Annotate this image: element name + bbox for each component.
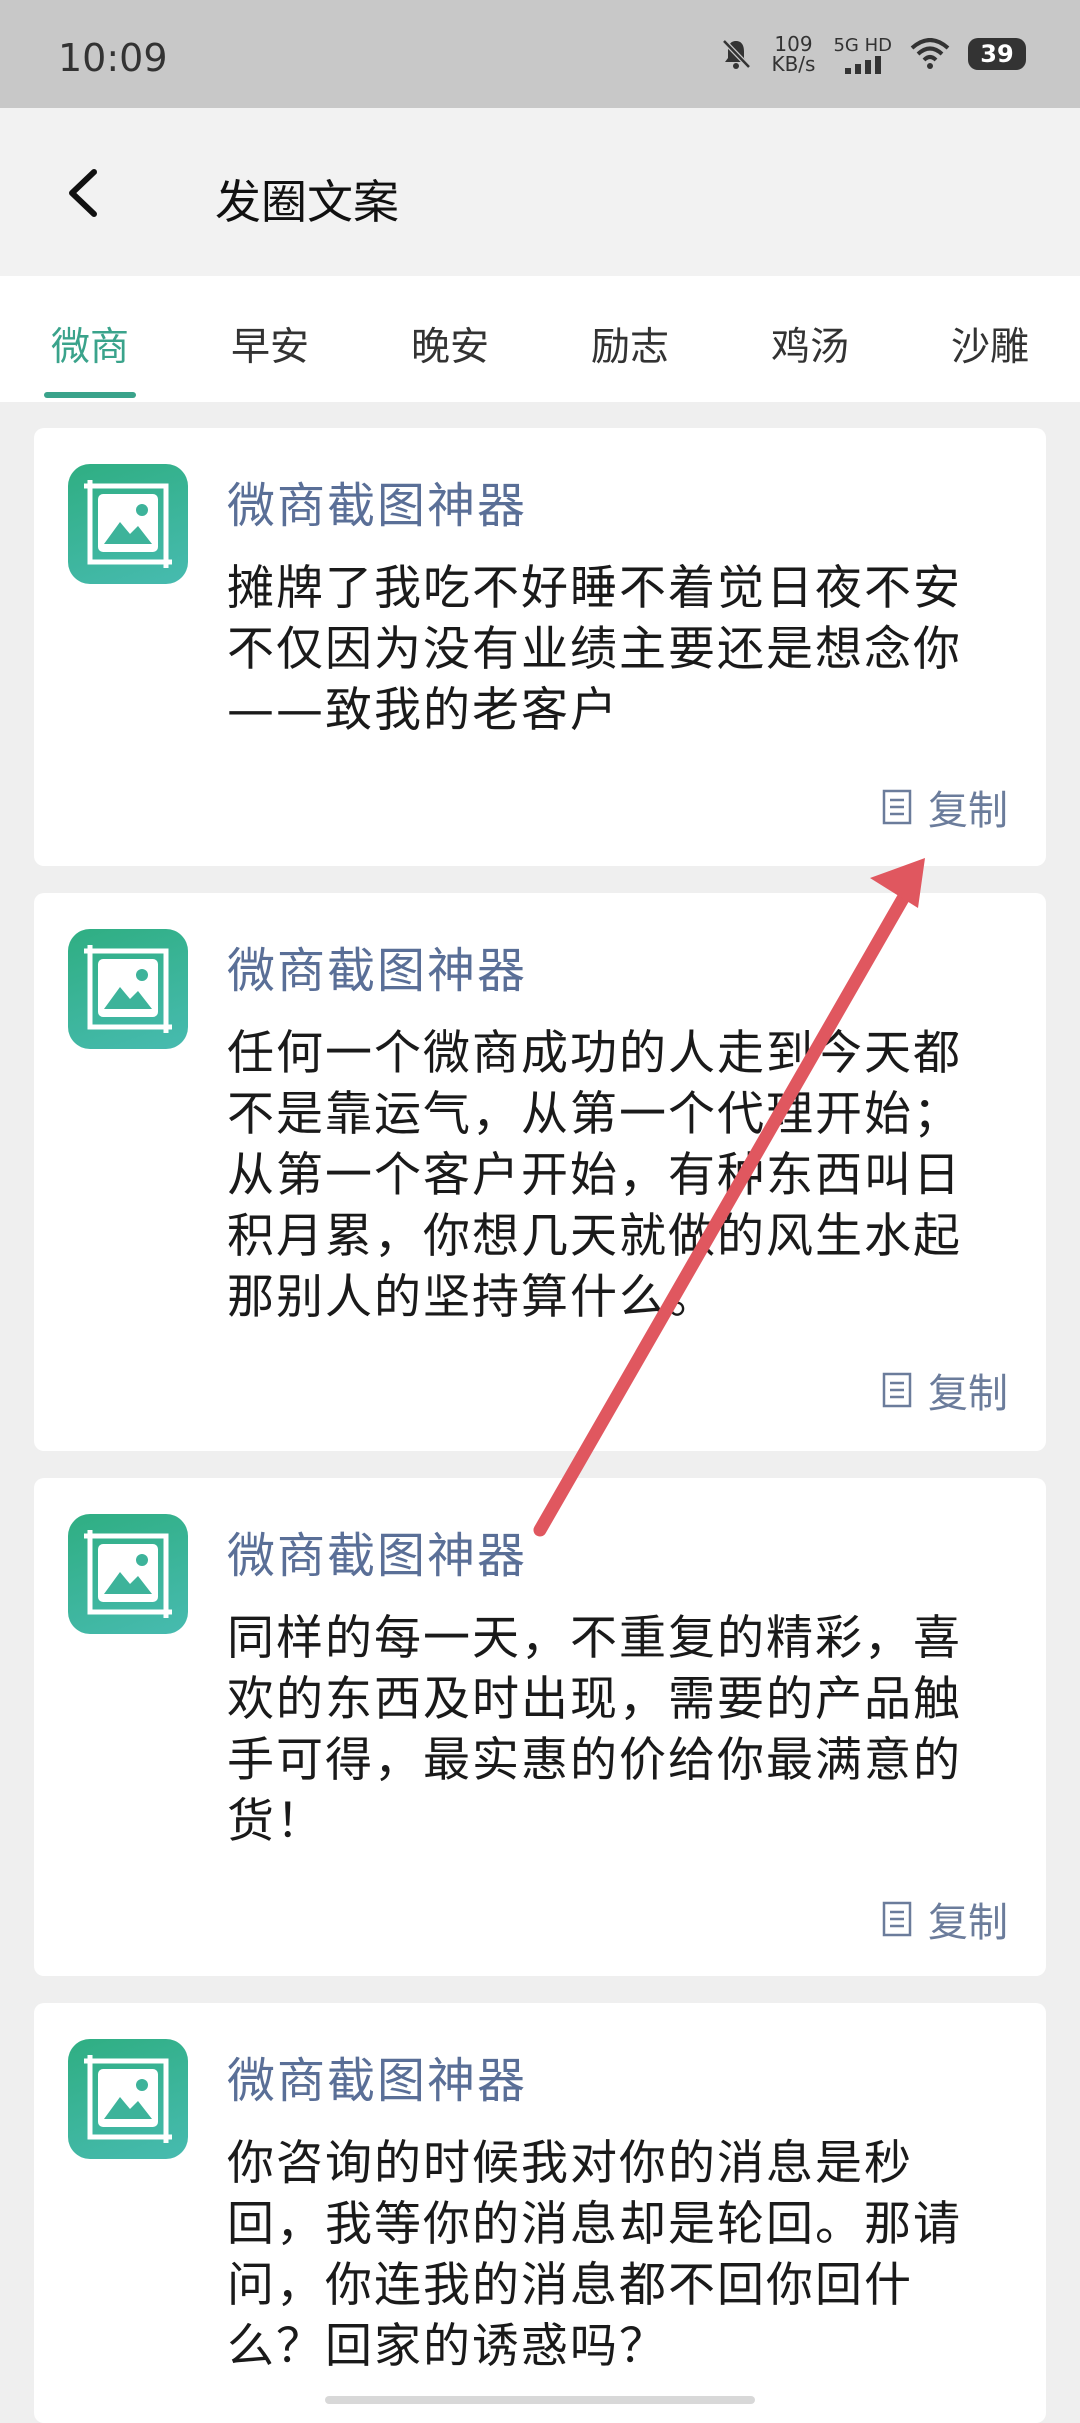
back-button[interactable] [52,158,122,228]
active-tab-indicator [44,392,136,398]
tab-wanan[interactable]: 晚安 [390,316,510,372]
card-text-line: 不是靠运气，从第一个代理开始； [227,1087,962,1142]
card-text-line: 回，我等你的消息却是轮回。那请 [227,2197,962,2252]
document-copy-icon [882,1372,912,1408]
document-copy-icon [882,1901,912,1937]
net-speed-unit: KB/s [771,52,816,76]
card-title: 微商截图神器 [227,1528,528,1584]
net-speed: 109 KB/s [771,34,815,74]
home-indicator [325,2396,755,2404]
card-text-line: 摊牌了我吃不好睡不着觉日夜不安 [227,561,962,616]
card-text-line: ——致我的老客户 [227,683,619,738]
wifi-icon [910,38,950,69]
copy-button[interactable]: 复制 [882,778,1008,836]
copy-button[interactable]: 复制 [882,1361,1008,1419]
post-card: 微商截图神器 同样的每一天，不重复的精彩，喜 欢的东西及时出现，需要的产品触 手… [34,1478,1046,1976]
post-card: 微商截图神器 你咨询的时候我对你的消息是秒 回，我等你的消息却是轮回。那请 问，… [34,2003,1046,2423]
post-card: 微商截图神器 摊牌了我吃不好睡不着觉日夜不安 不仅因为没有业绩主要还是想念你 —… [34,428,1046,866]
copy-label: 复制 [928,1371,1008,1417]
battery-indicator: 39 [968,38,1026,70]
app-header: 发圈文案 [0,108,1080,276]
image-crop-icon [84,945,172,1033]
image-crop-icon [84,1530,172,1618]
category-tabs: 微商 早安 晚安 励志 鸡汤 沙雕 [0,276,1080,402]
card-title: 微商截图神器 [227,943,528,999]
status-bar: 10:09 109 KB/s 5G HD 39 [0,0,1080,108]
card-text-line: 货！ [227,1794,325,1849]
copy-label: 复制 [928,1900,1008,1946]
card-text: 摊牌了我吃不好睡不着觉日夜不安 不仅因为没有业绩主要还是想念你 ——致我的老客户 [227,558,1037,741]
card-text-line: 那别人的坚持算什么。 [227,1270,717,1325]
tab-zaoan[interactable]: 早安 [210,316,330,372]
document-copy-icon [882,789,912,825]
card-text-line: 任何一个微商成功的人走到今天都 [227,1026,962,1081]
card-text-line: 问，你连我的消息都不回你回什 [227,2258,913,2313]
app-icon [68,464,188,584]
tab-jitang[interactable]: 鸡汤 [750,316,870,372]
card-text-line: 你咨询的时候我对你的消息是秒 [227,2136,913,2191]
image-crop-icon [84,480,172,568]
post-card: 微商截图神器 任何一个微商成功的人走到今天都 不是靠运气，从第一个代理开始； 从… [34,893,1046,1451]
tab-lizhi[interactable]: 励志 [570,316,690,372]
app-icon [68,929,188,1049]
card-text: 任何一个微商成功的人走到今天都 不是靠运气，从第一个代理开始； 从第一个客户开始… [227,1023,1037,1328]
card-text-line: 不仅因为没有业绩主要还是想念你 [227,622,962,677]
card-text-line: 积月累，你想几天就做的风生水起 [227,1209,962,1264]
cell-signal: 5G HD [833,35,892,74]
card-text: 同样的每一天，不重复的精彩，喜 欢的东西及时出现，需要的产品触 手可得，最实惠的… [227,1608,1037,1852]
copy-button[interactable]: 复制 [882,1890,1008,1948]
card-text-line: 从第一个客户开始，有种东西叫日 [227,1148,962,1203]
app-icon [68,1514,188,1634]
copy-label: 复制 [928,788,1008,834]
tab-weishang[interactable]: 微商 [30,316,150,372]
page-title: 发圈文案 [215,175,399,229]
status-icons: 109 KB/s 5G HD 39 [719,34,1026,74]
app-icon [68,2039,188,2159]
card-text-line: 么？回家的诱惑吗？ [227,2319,668,2374]
image-crop-icon [84,2055,172,2143]
signal-label: 5G HD [833,34,892,56]
signal-bars-icon [844,55,881,74]
card-title: 微商截图神器 [227,2053,528,2109]
status-time: 10:09 [58,36,168,80]
mute-bell-icon [722,39,752,69]
tab-shadiao[interactable]: 沙雕 [930,316,1050,372]
net-speed-value: 109 [774,32,813,56]
chevron-left-icon [69,169,97,217]
card-text: 你咨询的时候我对你的消息是秒 回，我等你的消息却是轮回。那请 问，你连我的消息都… [227,2133,1037,2377]
card-text-line: 欢的东西及时出现，需要的产品触 [227,1672,962,1727]
card-text-line: 手可得，最实惠的价给你最满意的 [227,1733,962,1788]
card-text-line: 同样的每一天，不重复的精彩，喜 [227,1611,962,1666]
card-title: 微商截图神器 [227,478,528,534]
